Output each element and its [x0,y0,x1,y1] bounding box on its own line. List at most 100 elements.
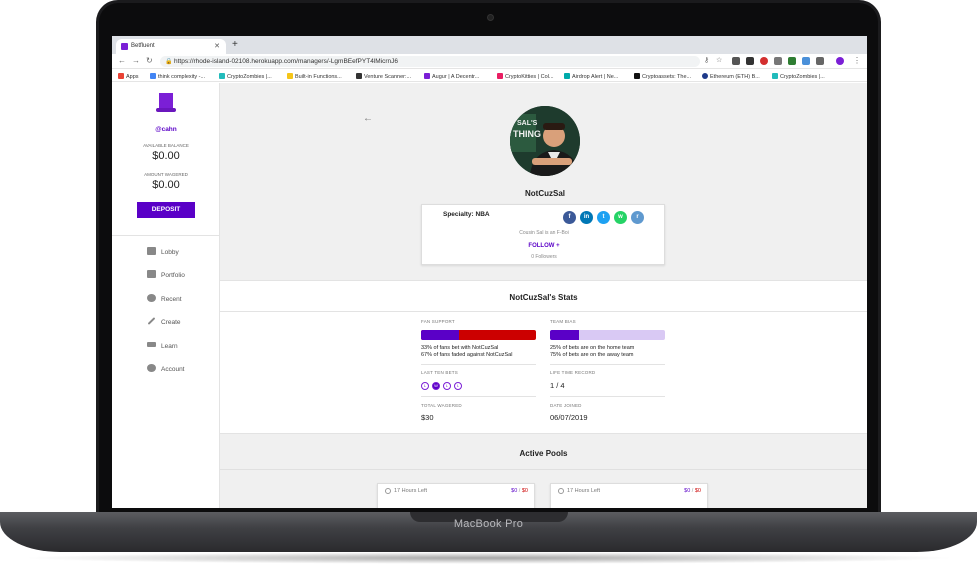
linkedin-icon[interactable]: in [580,211,593,224]
team-bias-label: TEAM BIAS [550,319,576,324]
back-arrow-icon[interactable]: ← [363,113,373,124]
hat-crown [159,93,173,109]
extension-icon[interactable] [788,57,796,65]
amount-wagered-value: $0.00 [152,179,180,191]
ethereum-icon [702,73,708,79]
google-icon [150,73,156,79]
back-nav-icon[interactable]: ← [118,56,126,65]
hat-brim [156,108,176,112]
url-text: https://rhode-island-02108.herokuapp.com… [174,58,399,65]
pool-time-left: 17 Hours Left [567,488,601,494]
bookmarks-bar: Apps think complexity -... CryptoZombies… [112,70,867,82]
lifetime-record-value: 1 / 4 [550,381,565,390]
avatar-image [510,106,580,176]
amazon-icon [634,73,640,79]
deposit-button[interactable]: DEPOSIT [137,202,195,218]
zombie-icon [772,73,778,79]
stats-section: NotCuzSal's Stats FAN SUPPORT 33% of fan… [220,280,867,434]
tab-title: Betfluent [131,43,155,49]
last-ten-label: LAST TEN BETS [421,370,458,375]
specialty-text: Specialty: NBA [443,211,490,218]
reddit-icon[interactable]: r [631,211,644,224]
extension-red-icon[interactable] [760,57,768,65]
account-icon [147,364,156,372]
camera-icon [487,14,494,21]
main-content: ← SAL'S THING NotCuzSal Specialty: NBA f… [220,83,867,508]
lock-icon: 🔒 [165,59,173,65]
stats-row-divider [421,396,536,397]
bookmark-item[interactable]: CryptoZombies |... [219,73,272,80]
bookmark-item[interactable]: Venture Scanner:... [356,73,411,80]
clock-icon [558,488,564,494]
bookmark-apps[interactable]: Apps [118,73,139,80]
sidebar-item-lobby[interactable]: Lobby [147,247,179,259]
follow-button[interactable]: FOLLOW + [422,243,666,249]
bookmark-item[interactable]: Built-in Functions... [287,73,342,80]
bookmark-item[interactable]: Ethereum (ETH) B... [702,73,760,80]
bookmark-item[interactable]: Cryptoassets: The... [634,73,691,80]
sidebar-item-account[interactable]: Account [147,364,185,376]
menu-dots-icon[interactable]: ⋮ [853,56,861,65]
avatar-sign-line-1: SAL'S [517,120,538,127]
bookmark-item[interactable]: CryptoZombies |... [772,73,825,80]
device-label: MacBook Pro [453,518,524,530]
bio-text: Cousin Sal is an F-Boi [519,230,569,236]
stats-row-divider [550,364,665,365]
date-joined-value: 06/07/2019 [550,413,588,422]
whatsapp-icon[interactable]: w [614,211,627,224]
sidebar-item-create[interactable]: Create [147,317,181,329]
fan-support-bar [421,330,536,340]
sidebar: @cahn AVAILABLE BALANCE $0.00 AMOUNT WAG… [112,83,220,508]
sidebar-item-recent[interactable]: Recent [147,294,182,306]
laptop-shadow [20,552,957,564]
fan-support-line-2: 67% of fans faded against NotCuzSal [421,352,513,358]
key-icon[interactable]: ⚷ [704,56,709,64]
pool-card[interactable]: 17 Hours Left $0 / $0 [550,483,708,508]
augur-icon [424,73,430,79]
available-balance-label: AVAILABLE BALANCE [143,143,189,148]
fan-support-line-1: 33% of fans bet with NotCuzSal [421,345,499,351]
facebook-icon[interactable]: f [563,211,576,224]
pool-time-left: 17 Hours Left [394,488,428,494]
bookmark-item[interactable]: Airdrop Alert | Ne... [564,73,618,80]
star-icon[interactable]: ☆ [716,56,722,64]
top-hat-logo-icon[interactable] [156,93,176,115]
tab-close-icon[interactable]: ✕ [214,42,220,50]
username[interactable]: @cahn [112,126,220,133]
twitter-icon[interactable]: t [597,211,610,224]
fan-support-fill [421,330,459,340]
pool-card[interactable]: 17 Hours Left $0 / $0 [377,483,535,508]
extension-icon[interactable] [816,57,824,65]
new-tab-icon[interactable]: + [232,39,238,50]
extension-icon[interactable] [802,57,810,65]
python-icon [287,73,293,79]
sidebar-divider [112,235,220,236]
apps-grid-icon [118,73,124,79]
available-balance-value: $0.00 [152,150,180,162]
pool-amount-b: $0 [521,488,528,494]
history-icon [147,294,156,302]
stats-row-divider [421,364,536,365]
extension-icon[interactable] [774,57,782,65]
stats-divider [220,311,867,312]
bookmark-item[interactable]: Augur | A Decentr... [424,73,479,80]
camera-extension-icon[interactable] [746,57,754,65]
url-input[interactable]: 🔒 https://rhode-island-02108.herokuapp.c… [160,56,700,67]
address-bar: ← → ↻ 🔒 https://rhode-island-02108.herok… [112,54,867,69]
profile-card: Specialty: NBA f in t w r Cousin Sal is … [421,204,665,265]
amount-wagered-label: AMOUNT WAGERED [144,172,188,177]
sidebar-item-learn[interactable]: Learn [147,341,178,353]
reload-icon[interactable]: ↻ [146,56,153,65]
zombie-icon [219,73,225,79]
sidebar-item-portfolio[interactable]: Portfolio [147,270,185,282]
profile-name: NotCuzSal [525,189,565,198]
forward-nav-icon[interactable]: → [132,56,140,65]
date-joined-label: DATE JOINED [550,403,582,408]
bookmark-item[interactable]: think complexity -... [150,73,205,80]
bookmark-item[interactable]: CryptoKitties | Col... [497,73,554,80]
extension-icon[interactable] [732,57,740,65]
pool-amounts: $0 / $0 [511,488,528,494]
browser-tab[interactable]: Betfluent ✕ [116,39,226,54]
profile-avatar-icon[interactable] [836,57,844,65]
fan-support-label: FAN SUPPORT [421,319,455,324]
